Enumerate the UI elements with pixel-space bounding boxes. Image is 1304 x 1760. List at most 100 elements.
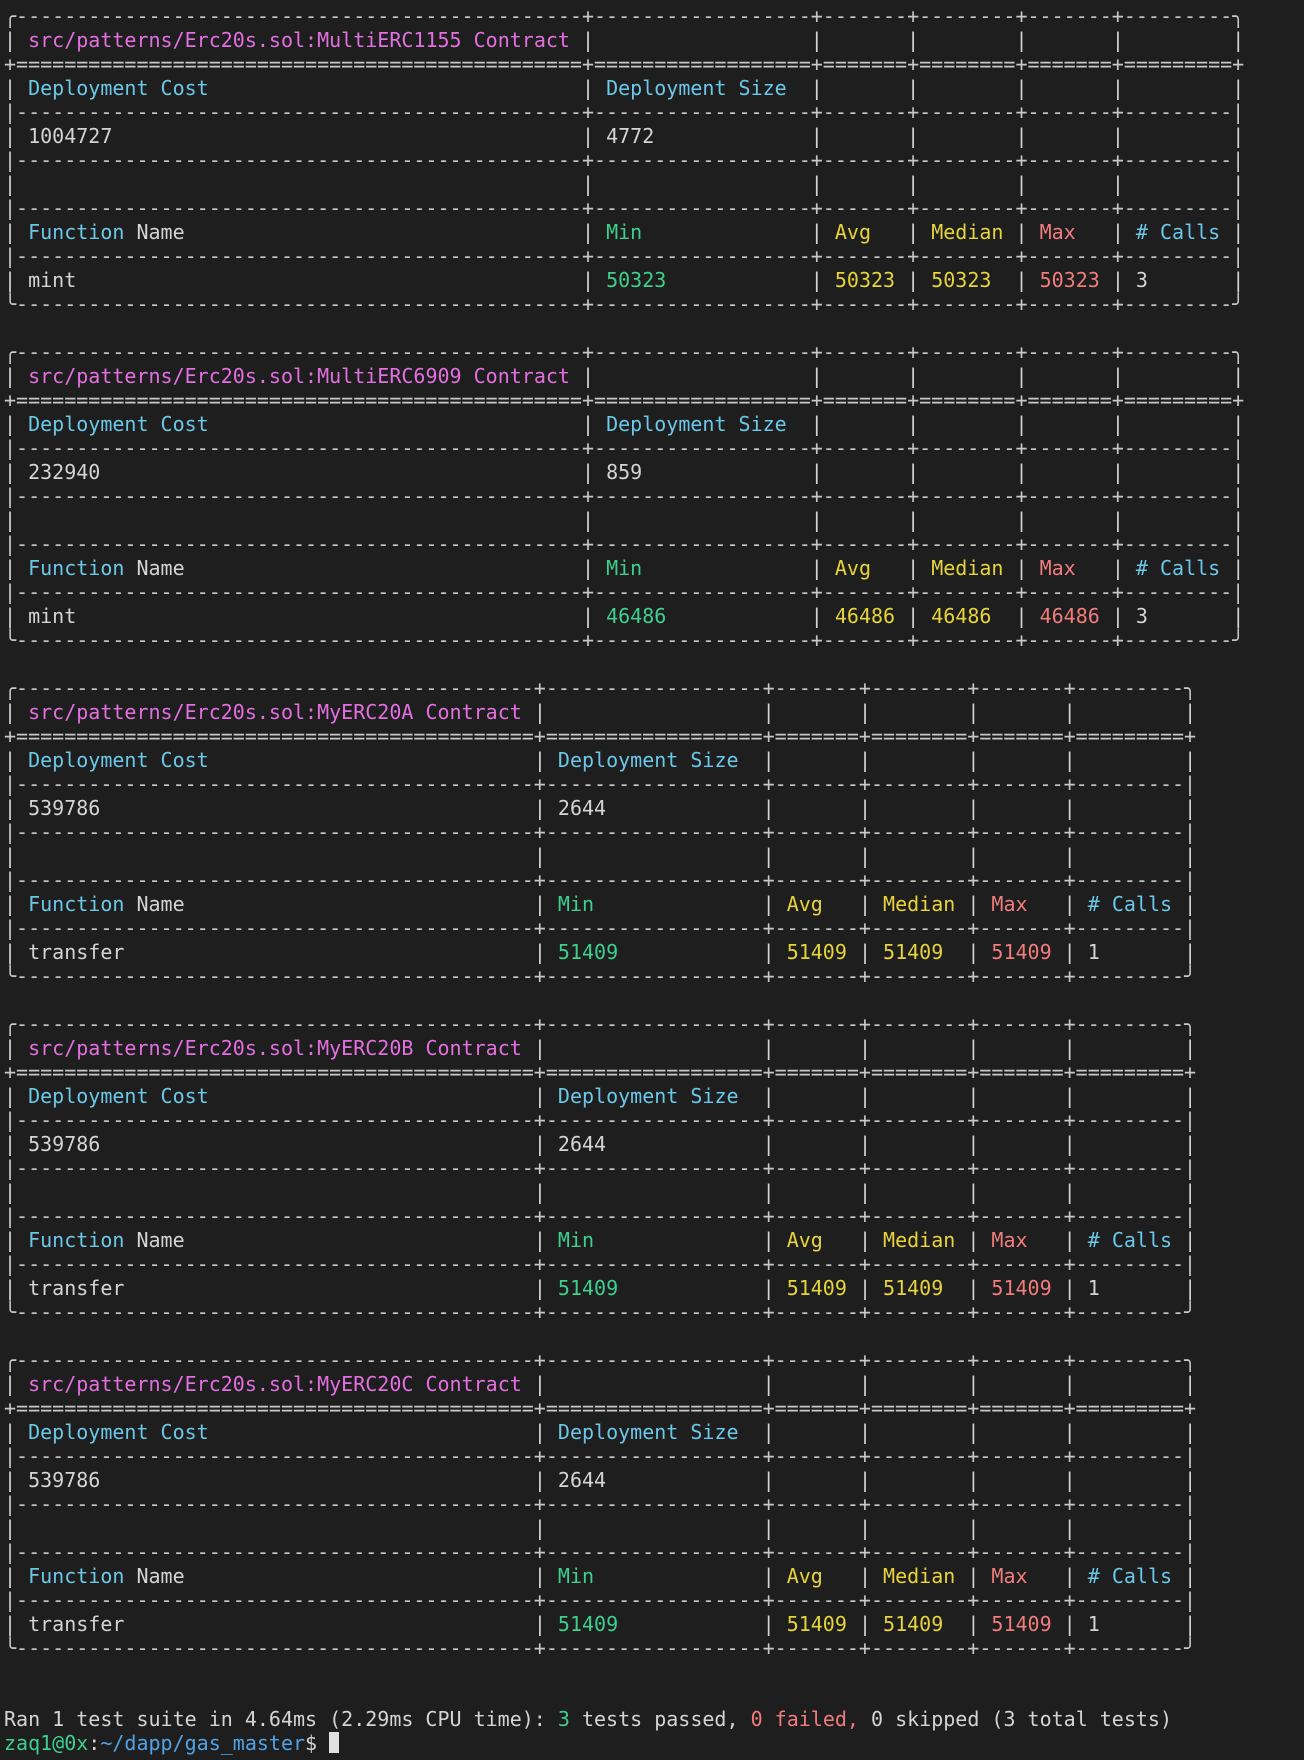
avg-value: 51409 [786,940,847,964]
deployment-header-row: | Deployment Cost | Deployment Size | | … [4,748,1197,772]
max-header: Max [991,1228,1052,1252]
row-separator: |---------------------------------------… [4,772,1197,796]
empty-cell [991,1516,1051,1540]
terminal-window[interactable]: ╭---------------------------------------… [4,0,1300,1760]
empty-cell [787,700,847,724]
empty-cell [558,1516,751,1540]
deployment-size-label: Deployment Size [557,748,751,772]
empty-cell [787,1180,847,1204]
max-value: 46486 [1039,604,1100,628]
row-separator: |---------------------------------------… [4,100,1245,124]
empty-cell [931,508,1003,532]
empty-cell [787,1516,847,1540]
deployment-cost-label: Deployment Cost [28,76,570,100]
deployment-header-row: | Deployment Cost | Deployment Size | | … [4,412,1245,436]
empty-cell [883,844,955,868]
header-separator: +=======================================… [4,1396,1197,1420]
function-row: | transfer | 51409 | 51409 | 51409 | 514… [4,940,1197,964]
cursor-block[interactable] [329,1732,340,1753]
empty-cell [991,1372,1051,1396]
deployment-header-row: | Deployment Cost | Deployment Size | | … [4,1420,1197,1444]
summary-prefix: Ran 1 test suite in 4.64ms (2.29ms CPU t… [4,1707,558,1731]
min-value: 51409 [557,940,751,964]
row-separator: |---------------------------------------… [4,868,1197,892]
row-separator: |---------------------------------------… [4,532,1245,556]
function-name: mint [28,604,570,628]
empty-cell [1136,76,1220,100]
shell-prompt[interactable]: zaq1@0x:~/dapp/gas_master$ [4,1731,340,1755]
deployment-value-row: | 539786 | 2644 | | | | | [4,1132,1197,1156]
empty-cell [28,1516,522,1540]
function-row: | transfer | 51409 | 51409 | 51409 | 514… [4,1612,1197,1636]
deployment-size-value: 4772 [606,124,799,148]
median-value: 51409 [883,940,956,964]
function-name-header: Function Name [28,1564,522,1588]
prompt-symbol: $ [305,1731,330,1755]
empty-cell [991,1180,1051,1204]
table-top-border: ╭---------------------------------------… [4,676,1197,700]
table-top-border: ╭---------------------------------------… [4,1348,1197,1372]
empty-cell [606,172,799,196]
header-separator: +=======================================… [4,52,1245,76]
empty-cell [883,1420,955,1444]
empty-cell [787,1420,847,1444]
blank-row: | | | | | | | [4,1516,1197,1540]
median-value: 50323 [931,268,1004,292]
row-separator: |---------------------------------------… [4,1204,1197,1228]
empty-cell [1136,364,1220,388]
contract-title: src/patterns/Erc20s.sol:MyERC20B Contrac… [28,1036,522,1060]
empty-cell [558,844,751,868]
empty-cell [1088,1372,1172,1396]
deployment-size-value: 2644 [557,1468,751,1492]
contract-title-row: | src/patterns/Erc20s.sol:MultiERC1155 C… [4,28,1245,52]
empty-cell [883,1372,955,1396]
contract-title: src/patterns/Erc20s.sol:MultiERC1155 Con… [28,28,570,52]
name-label: Name [136,556,185,580]
min-value: 51409 [557,1276,751,1300]
function-name-header: Function Name [28,1228,522,1252]
empty-cell [1040,172,1100,196]
deployment-cost-label: Deployment Cost [28,412,570,436]
empty-cell [883,1516,955,1540]
empty-cell [991,1468,1051,1492]
name-label: Name [136,892,185,916]
row-separator: |---------------------------------------… [4,484,1245,508]
row-separator: |---------------------------------------… [4,196,1245,220]
empty-cell [991,1036,1051,1060]
row-separator: |---------------------------------------… [4,820,1197,844]
median-header: Median [931,220,1004,244]
empty-cell [787,1036,847,1060]
function-name: mint [28,268,570,292]
function-name: transfer [28,1276,522,1300]
row-separator: |---------------------------------------… [4,1540,1197,1564]
empty-cell [28,508,570,532]
function-name-header: Function Name [28,556,570,580]
header-separator: +=======================================… [4,724,1197,748]
empty-cell [787,844,847,868]
empty-cell [931,364,1003,388]
empty-cell [558,1036,751,1060]
prompt-path: ~/dapp/gas_master [100,1731,306,1755]
avg-value: 46486 [834,604,896,628]
empty-cell [1040,508,1100,532]
calls-header: # Calls [1135,556,1221,580]
empty-cell [1088,1420,1172,1444]
deployment-cost-label: Deployment Cost [28,1420,522,1444]
max-header: Max [1039,556,1100,580]
avg-value: 51409 [786,1276,847,1300]
contract-title: src/patterns/Erc20s.sol:MyERC20C Contrac… [28,1372,522,1396]
deployment-size-label: Deployment Size [606,76,799,100]
empty-cell [883,1036,955,1060]
median-header: Median [883,892,956,916]
empty-cell [991,1132,1051,1156]
max-value: 51409 [991,1276,1052,1300]
function-name-header: Function Name [28,892,522,916]
avg-header: Avg [786,892,847,916]
empty-cell [1040,76,1100,100]
min-header: Min [557,1228,751,1252]
function-row: | mint | 50323 | 50323 | 50323 | 50323 |… [4,268,1245,292]
function-header-row: | Function Name | Min | Avg | Median | M… [4,220,1245,244]
contract-title-row: | src/patterns/Erc20s.sol:MyERC20C Contr… [4,1372,1197,1396]
